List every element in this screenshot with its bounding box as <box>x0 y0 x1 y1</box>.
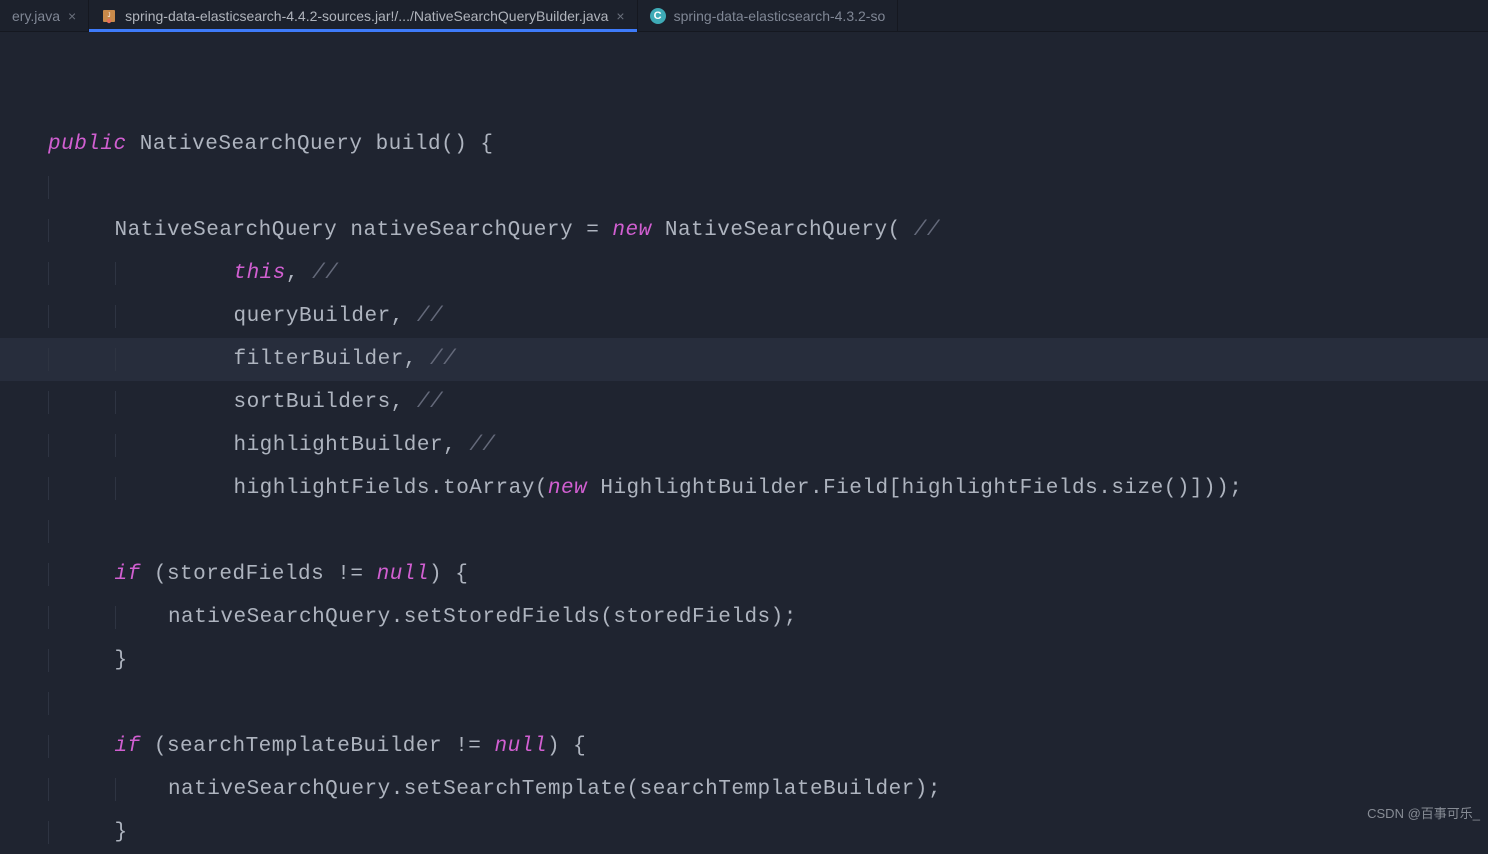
code-text: highlightFields.toArray( <box>233 477 547 500</box>
comment: // <box>417 391 443 414</box>
code-text: queryBuilder, <box>233 305 416 328</box>
indent-guide <box>48 477 62 500</box>
comment: // <box>417 305 443 328</box>
close-icon[interactable]: × <box>68 8 76 24</box>
code-text: NativeSearchQuery( <box>652 219 914 242</box>
tab-file-2[interactable]: J spring-data-elasticsearch-4.4.2-source… <box>89 0 637 31</box>
indent-guide <box>48 606 62 629</box>
code-text: highlightBuilder, <box>233 434 469 457</box>
keyword-this: this <box>233 262 285 285</box>
code-text: NativeSearchQuery <box>127 133 376 156</box>
keyword-new: new <box>612 219 651 242</box>
keyword-if: if <box>115 735 141 758</box>
indent-guide <box>115 606 129 629</box>
indent-guide <box>115 477 129 500</box>
indent-guide <box>48 735 62 758</box>
svg-text:J: J <box>108 13 111 19</box>
code-text: () { <box>441 133 493 156</box>
code-text: , <box>286 262 312 285</box>
comment: // <box>312 262 338 285</box>
indent-guide <box>48 434 62 457</box>
indent-guide <box>48 692 62 715</box>
comment: // <box>914 219 940 242</box>
indent-guide <box>48 305 62 328</box>
code-text: ) { <box>429 563 468 586</box>
code-text: } <box>115 821 128 844</box>
keyword-null: null <box>377 563 429 586</box>
indent-guide <box>48 821 62 844</box>
comment: // <box>430 348 456 371</box>
java-file-icon: J <box>101 8 117 24</box>
indent-guide <box>48 563 62 586</box>
indent-guide <box>115 348 129 371</box>
tab-file-3[interactable]: C spring-data-elasticsearch-4.3.2-so <box>638 0 899 31</box>
tab-label: spring-data-elasticsearch-4.3.2-so <box>674 8 886 24</box>
code-editor[interactable]: public NativeSearchQuery build() { Nativ… <box>0 32 1488 854</box>
editor-tabs: ery.java × J spring-data-elasticsearch-4… <box>0 0 1488 32</box>
code-text: (searchTemplateBuilder != <box>141 735 495 758</box>
code-text: nativeSearchQuery.setStoredFields(stored… <box>168 606 797 629</box>
tab-file-1[interactable]: ery.java × <box>0 0 89 31</box>
indent-guide <box>48 649 62 672</box>
code-text: NativeSearchQuery nativeSearchQuery = <box>115 219 613 242</box>
code-text: } <box>115 649 128 672</box>
code-text: ) { <box>547 735 586 758</box>
comment: // <box>469 434 495 457</box>
indent-guide <box>48 262 62 285</box>
indent-guide <box>115 262 129 285</box>
keyword-if: if <box>115 563 141 586</box>
keyword-new: new <box>548 477 587 500</box>
code-text: sortBuilders, <box>233 391 416 414</box>
indent-guide <box>48 391 62 414</box>
indent-guide <box>48 176 62 199</box>
tab-label: ery.java <box>12 8 60 24</box>
code-text: (storedFields != <box>141 563 377 586</box>
indent-guide <box>115 391 129 414</box>
code-text: nativeSearchQuery.setSearchTemplate(sear… <box>168 778 941 801</box>
watermark: CSDN @百事可乐_ <box>1367 803 1480 822</box>
code-text: filterBuilder, <box>233 348 430 371</box>
tab-label: spring-data-elasticsearch-4.4.2-sources.… <box>125 8 608 24</box>
close-icon[interactable]: × <box>616 8 624 24</box>
indent-guide <box>115 778 129 801</box>
indent-guide <box>48 520 62 543</box>
code-text: HighlightBuilder.Field[highlightFields.s… <box>587 477 1242 500</box>
keyword-null: null <box>495 735 547 758</box>
indent-guide <box>115 305 129 328</box>
code-text: build <box>376 133 442 156</box>
keyword-public: public <box>48 133 127 156</box>
indent-guide <box>115 434 129 457</box>
highlighted-line: filterBuilder, // <box>0 338 1488 381</box>
class-file-icon: C <box>650 8 666 24</box>
indent-guide <box>48 219 62 242</box>
indent-guide <box>48 348 62 371</box>
indent-guide <box>48 778 62 801</box>
